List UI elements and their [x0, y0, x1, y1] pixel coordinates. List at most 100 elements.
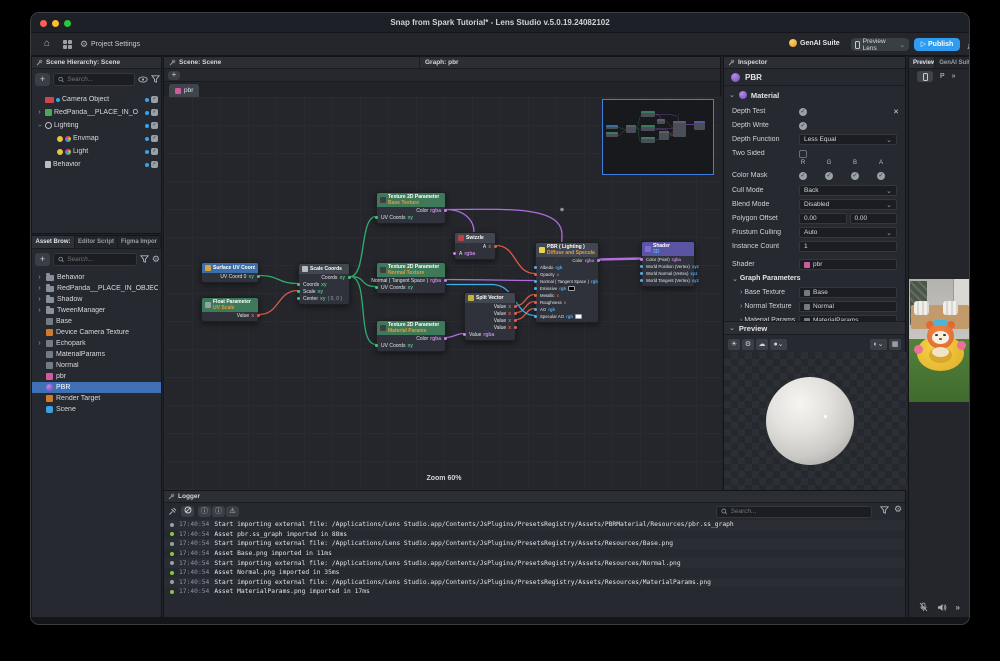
- hierarchy-item-envmap[interactable]: Envmap✓: [32, 132, 161, 145]
- scene-panel-tab[interactable]: Scene: Scene: [164, 57, 420, 68]
- publish-button[interactable]: ▷ Publish: [914, 38, 960, 51]
- enabled-checkbox[interactable]: ✓: [151, 135, 158, 142]
- preview-shape-select[interactable]: ●⌄: [770, 339, 787, 350]
- project-settings-gear-icon[interactable]: ⚙: [80, 38, 88, 50]
- debug-filter-button[interactable]: ⓘ: [212, 506, 225, 517]
- node-input-port[interactable]: Roughnessx: [536, 299, 598, 306]
- asset-search-input[interactable]: [67, 256, 132, 263]
- preview-tab-preview[interactable]: Preview: [909, 57, 935, 68]
- asset-item-materialparams[interactable]: MaterialParams: [32, 349, 161, 360]
- graph-node-float-parameter[interactable]: Float ParameterUV ScaleValuex: [201, 297, 259, 322]
- asset-item-device-camera-texture[interactable]: Device Camera Texture: [32, 327, 161, 338]
- material-section-header[interactable]: ⌄ Material: [724, 87, 905, 103]
- hierarchy-item-lighting[interactable]: ›Lighting✓: [32, 119, 161, 132]
- asset-item-render-target[interactable]: Render Target: [32, 393, 161, 404]
- enabled-checkbox[interactable]: ✓: [151, 161, 158, 168]
- color-mask-b-checkbox[interactable]: ✓: [851, 172, 859, 180]
- node-input-port[interactable]: Scalexy: [299, 288, 349, 295]
- node-input-port[interactable]: World Tangent (Vertex)xyz: [642, 277, 694, 284]
- pin-log-icon[interactable]: [168, 507, 177, 516]
- node-input-port[interactable]: Centerxy( 0, 0 ): [299, 295, 349, 302]
- asset-item-redpanda-place-in-objec-[interactable]: ›RedPanda__PLACE_IN_OBJEC...: [32, 283, 161, 294]
- depth-function-select[interactable]: Less Equal⌄: [799, 134, 897, 145]
- asset-item-echopark[interactable]: ›Echopark: [32, 338, 161, 349]
- blend-mode-select[interactable]: Disabled⌄: [799, 199, 897, 210]
- expand-panel-icon[interactable]: »: [952, 73, 956, 80]
- node-output-port[interactable]: Valuex: [465, 317, 515, 324]
- node-graph-canvas[interactable]: Surface UV CoordUV Coord 0xy Scale Coords…: [164, 97, 722, 490]
- speaker-icon[interactable]: [937, 603, 947, 612]
- graph-node-scale-coords[interactable]: Scale CoordsCoordsxyCoordsxyScalexyCente…: [298, 263, 350, 305]
- render-mode-select[interactable]: ◐⌄: [870, 339, 887, 350]
- graph-parameters-header[interactable]: ⌄ Graph Parameters: [724, 272, 905, 285]
- home-icon[interactable]: ⌂: [44, 38, 50, 50]
- cull-mode-select[interactable]: Back⌄: [799, 185, 897, 196]
- enabled-checkbox[interactable]: ✓: [151, 148, 158, 155]
- lens-preview-image[interactable]: [909, 279, 970, 402]
- hierarchy-item-redpanda-place-in-o[interactable]: ›RedPanda__PLACE_IN_O✓: [32, 106, 161, 119]
- node-output-port[interactable]: UV Coord 0xy: [202, 273, 258, 280]
- asset-item-shadow[interactable]: ›Shadow: [32, 294, 161, 305]
- node-input-port[interactable]: AOrgb: [536, 306, 598, 313]
- hierarchy-item-light[interactable]: Light✓: [32, 145, 161, 158]
- enabled-checkbox[interactable]: ✓: [151, 109, 158, 116]
- color-swatch[interactable]: [568, 286, 575, 291]
- hierarchy-item-behavior[interactable]: Behavior✓: [32, 158, 161, 171]
- shader-field[interactable]: pbr: [799, 259, 897, 270]
- expand-arrow-icon[interactable]: ›: [36, 307, 43, 314]
- node-input-port[interactable]: Opacityx: [536, 271, 598, 278]
- node-input-port[interactable]: UV Coordsxy: [377, 214, 445, 221]
- microphone-muted-icon[interactable]: [919, 602, 928, 612]
- node-input-port[interactable]: UV Coordsxy: [377, 342, 445, 349]
- graph-minimap[interactable]: [602, 99, 714, 175]
- logger-search[interactable]: [716, 506, 872, 518]
- preview-settings-gear-icon[interactable]: ⚙: [742, 339, 754, 350]
- background-grid-toggle[interactable]: ▦: [889, 339, 901, 350]
- warning-filter-button[interactable]: ⚠: [226, 506, 239, 517]
- preview-section-header[interactable]: ⌄ Preview: [724, 321, 905, 335]
- graph-node-texture-2d-material[interactable]: Texture 2D ParameterMaterial ParamsColor…: [376, 320, 446, 352]
- node-output-port[interactable]: Colorrgba: [377, 335, 445, 342]
- asset-item-scene[interactable]: Scene: [32, 404, 161, 415]
- asset-settings-gear-icon[interactable]: ⚙: [152, 254, 160, 265]
- node-output-port[interactable]: Valuex: [465, 303, 515, 310]
- visibility-eye-icon[interactable]: [138, 76, 148, 83]
- expand-arrow-icon[interactable]: ›: [740, 303, 742, 310]
- filter-funnel-icon[interactable]: [151, 75, 160, 83]
- genai-suite-button[interactable]: GenAI Suite: [789, 39, 840, 47]
- node-input-port[interactable]: Albedorgb: [536, 264, 598, 271]
- add-object-button[interactable]: +: [35, 73, 50, 86]
- graph-tab-pbr[interactable]: pbr: [169, 84, 199, 97]
- node-output-port[interactable]: Colorrgba: [536, 257, 598, 264]
- node-input-port[interactable]: Color (Pixel)rgba: [642, 256, 694, 263]
- node-input-port[interactable]: Normal ( Tangent Space )rgb: [536, 278, 598, 285]
- node-input-port[interactable]: Argba: [455, 250, 495, 257]
- node-input-port[interactable]: Specular AOrgb: [536, 313, 598, 320]
- expand-arrow-icon[interactable]: ›: [740, 289, 742, 296]
- asset-item-behavior[interactable]: ›Behavior: [32, 272, 161, 283]
- notifications-bell-icon[interactable]: [967, 38, 970, 56]
- graph-node-texture-2d-normal[interactable]: Texture 2D ParameterNormal TextureNormal…: [376, 262, 446, 294]
- expand-panel-icon[interactable]: »: [956, 603, 960, 612]
- graph-node-surface-uv-coord[interactable]: Surface UV CoordUV Coord 0xy: [201, 262, 259, 283]
- graph-panel-tab[interactable]: Graph: pbr: [420, 57, 720, 68]
- expand-arrow-icon[interactable]: ›: [36, 109, 43, 116]
- remove-material-button[interactable]: ✕: [893, 108, 899, 116]
- hierarchy-item-camera-object[interactable]: Camera Object✓: [32, 93, 161, 106]
- hierarchy-search-input[interactable]: [67, 76, 130, 83]
- asset-tab-asset-brow-[interactable]: Asset Brow:: [32, 236, 75, 248]
- add-tab-button[interactable]: +: [168, 71, 180, 80]
- add-asset-button[interactable]: +: [35, 253, 50, 266]
- cloud-icon[interactable]: ☁: [756, 339, 768, 350]
- node-output-port[interactable]: Valuex: [465, 324, 515, 331]
- hierarchy-search[interactable]: [53, 73, 135, 86]
- two-sided-checkbox[interactable]: [799, 150, 807, 158]
- node-output-port[interactable]: Valuex: [465, 310, 515, 317]
- graph-node-pbr-lighting[interactable]: PBR ( Lighting )Diffuse and SpecularColo…: [535, 242, 599, 323]
- color-mask-r-checkbox[interactable]: ✓: [799, 172, 807, 180]
- filter-funnel-icon[interactable]: [880, 506, 889, 514]
- asset-item-pbr[interactable]: PBR: [32, 382, 161, 393]
- expand-arrow-icon[interactable]: ›: [36, 285, 43, 292]
- asset-item-tweenmanager[interactable]: ›TweenManager: [32, 305, 161, 316]
- depth-write-checkbox[interactable]: ✓: [799, 122, 807, 130]
